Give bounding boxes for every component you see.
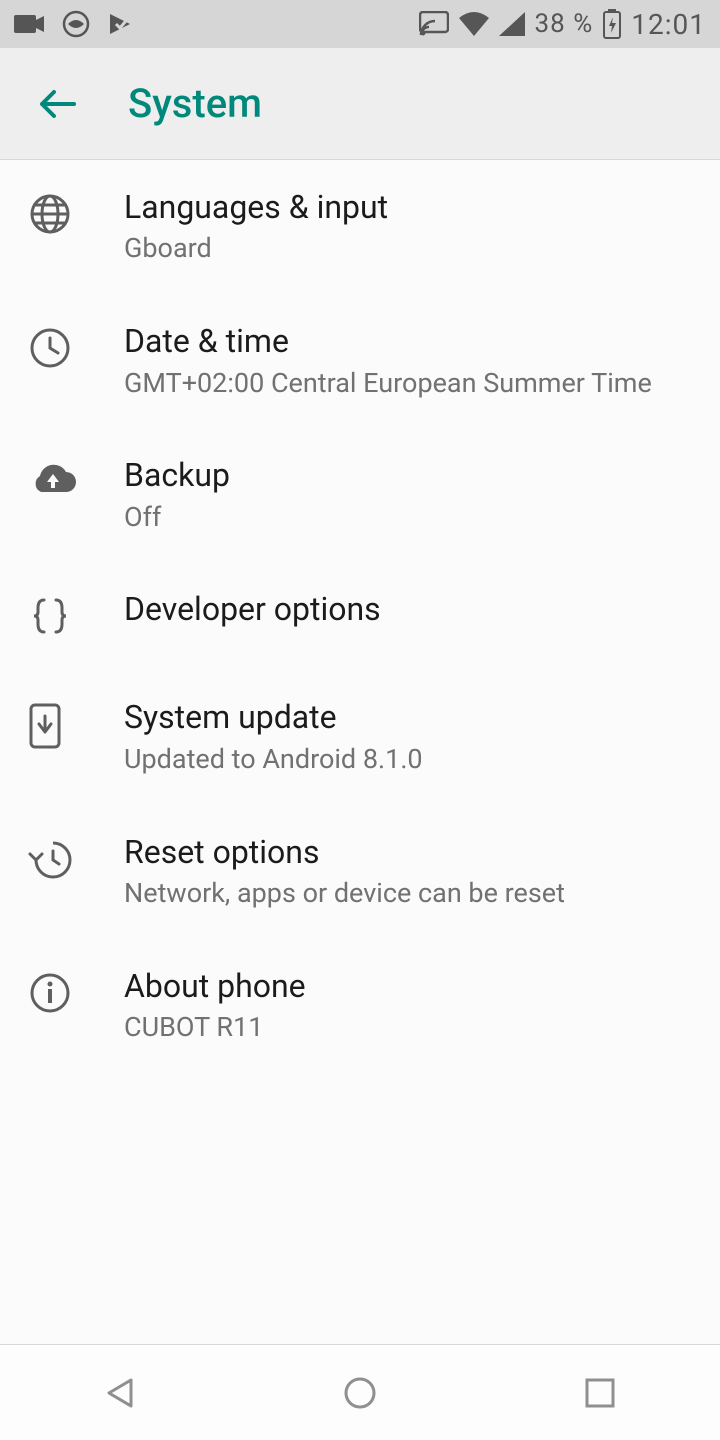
braces-icon [28, 594, 72, 642]
setting-subtitle: Network, apps or device can be reset [124, 877, 692, 911]
setting-title: Date & time [124, 322, 692, 360]
clock-text: 12:01 [631, 8, 706, 41]
nav-back-button[interactable] [60, 1361, 180, 1425]
battery-charging-icon [603, 9, 621, 39]
setting-about-phone[interactable]: About phone CUBOT R11 [0, 939, 720, 1073]
setting-system-update[interactable]: System update Updated to Android 8.1.0 [0, 670, 720, 804]
setting-title: Languages & input [124, 188, 692, 226]
setting-subtitle: Off [124, 501, 692, 535]
triangle-back-icon [101, 1374, 139, 1412]
setting-title: About phone [124, 967, 692, 1005]
setting-reset-options[interactable]: Reset options Network, apps or device ca… [0, 805, 720, 939]
setting-subtitle: CUBOT R11 [124, 1011, 692, 1045]
battery-percent-text: 38 % [535, 9, 594, 39]
globe-icon [28, 192, 72, 240]
setting-title: Reset options [124, 833, 692, 871]
status-bar: 38 % 12:01 [0, 0, 720, 48]
square-recents-icon [583, 1376, 617, 1410]
browser-icon [62, 10, 90, 38]
setting-title: System update [124, 698, 692, 736]
status-bar-right: 38 % 12:01 [419, 8, 706, 41]
app-bar: System [0, 48, 720, 160]
nav-recents-button[interactable] [540, 1361, 660, 1425]
back-button[interactable] [28, 76, 84, 132]
status-bar-left [14, 10, 134, 38]
wifi-icon [459, 12, 489, 36]
setting-developer-options[interactable]: Developer options [0, 562, 720, 670]
settings-list: Languages & input Gboard Date & time GMT… [0, 160, 720, 1344]
cast-icon [419, 11, 449, 37]
setting-title: Backup [124, 456, 692, 494]
phone-download-icon [28, 702, 62, 754]
setting-title: Developer options [124, 590, 692, 628]
arrow-back-icon [34, 82, 78, 126]
setting-subtitle: Gboard [124, 232, 692, 266]
circle-home-icon [341, 1374, 379, 1412]
info-icon [28, 971, 72, 1019]
video-icon [14, 13, 46, 35]
setting-subtitle: Updated to Android 8.1.0 [124, 743, 692, 777]
nav-home-button[interactable] [300, 1361, 420, 1425]
setting-backup[interactable]: Backup Off [0, 428, 720, 562]
setting-subtitle: GMT+02:00 Central European Summer Time [124, 367, 692, 401]
navigation-bar [0, 1344, 720, 1440]
signal-icon [499, 12, 525, 36]
cloud-upload-icon [28, 460, 78, 504]
clock-icon [28, 326, 72, 374]
page-title: System [128, 80, 262, 127]
setting-languages-input[interactable]: Languages & input Gboard [0, 160, 720, 294]
play-checked-icon [106, 10, 134, 38]
setting-date-time[interactable]: Date & time GMT+02:00 Central European S… [0, 294, 720, 428]
restore-icon [28, 837, 74, 887]
